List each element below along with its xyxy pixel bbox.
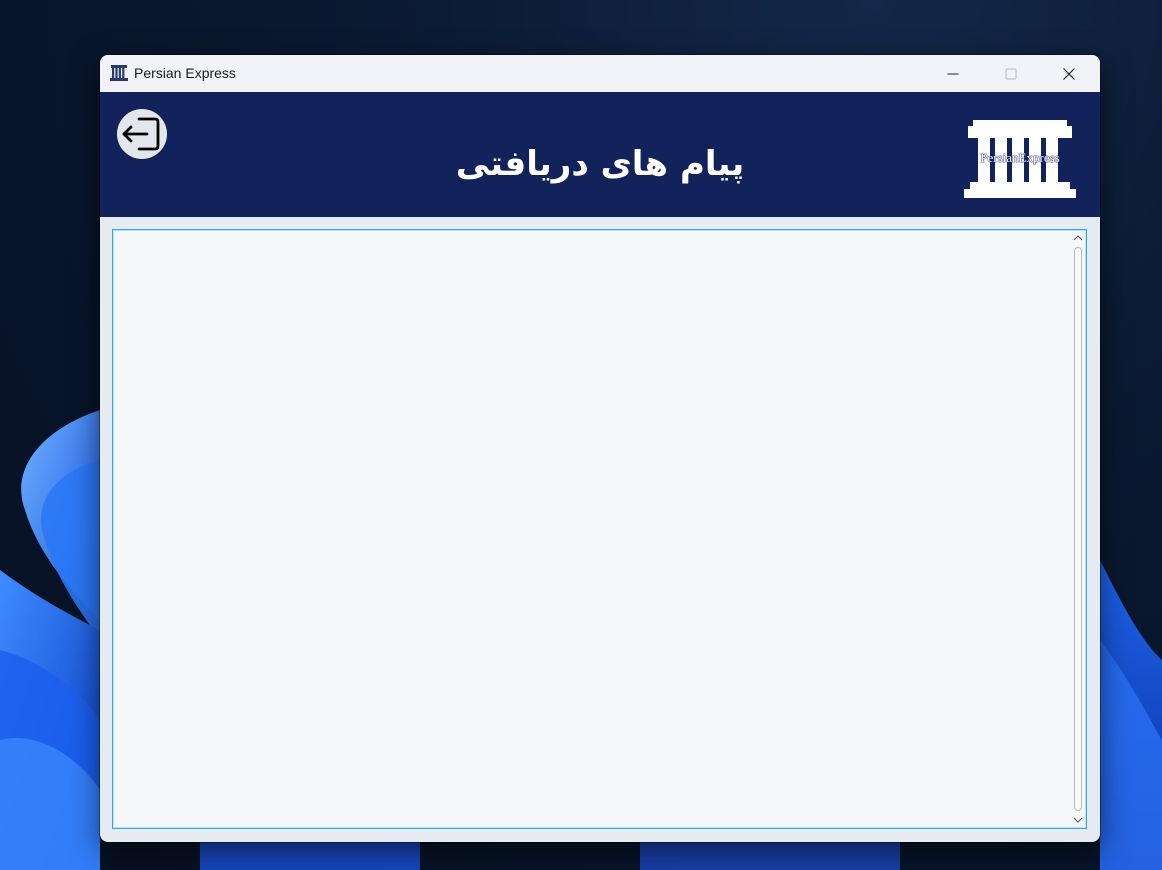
maximize-icon xyxy=(1005,68,1017,79)
chevron-down-icon xyxy=(1073,817,1083,823)
scroll-thumb[interactable] xyxy=(1074,247,1082,811)
minimize-button[interactable] xyxy=(924,55,982,92)
close-button[interactable] xyxy=(1040,55,1098,92)
minimize-icon xyxy=(947,73,959,74)
vertical-scrollbar[interactable] xyxy=(1071,231,1085,827)
received-messages-list[interactable] xyxy=(112,229,1087,829)
title-bar[interactable]: Persian Express xyxy=(100,55,1100,92)
building-columns-icon xyxy=(110,65,128,81)
maximize-button[interactable] xyxy=(982,55,1040,92)
chevron-up-icon xyxy=(1073,235,1083,241)
scroll-up-button[interactable] xyxy=(1071,231,1085,245)
close-icon xyxy=(1063,67,1075,80)
app-logo: PersianExpress xyxy=(964,120,1076,200)
window-title: Persian Express xyxy=(134,65,236,81)
logo-text: PersianExpress xyxy=(980,150,1060,165)
app-header: پیام های دریافتی PersianExpress xyxy=(100,92,1100,217)
back-button[interactable] xyxy=(117,109,167,159)
page-title: پیام های دریافتی xyxy=(455,144,745,184)
sign-out-arrow-icon xyxy=(122,117,160,151)
scroll-down-button[interactable] xyxy=(1071,813,1085,827)
app-window: Persian Express پیام های دریافتی Persian… xyxy=(100,55,1100,842)
